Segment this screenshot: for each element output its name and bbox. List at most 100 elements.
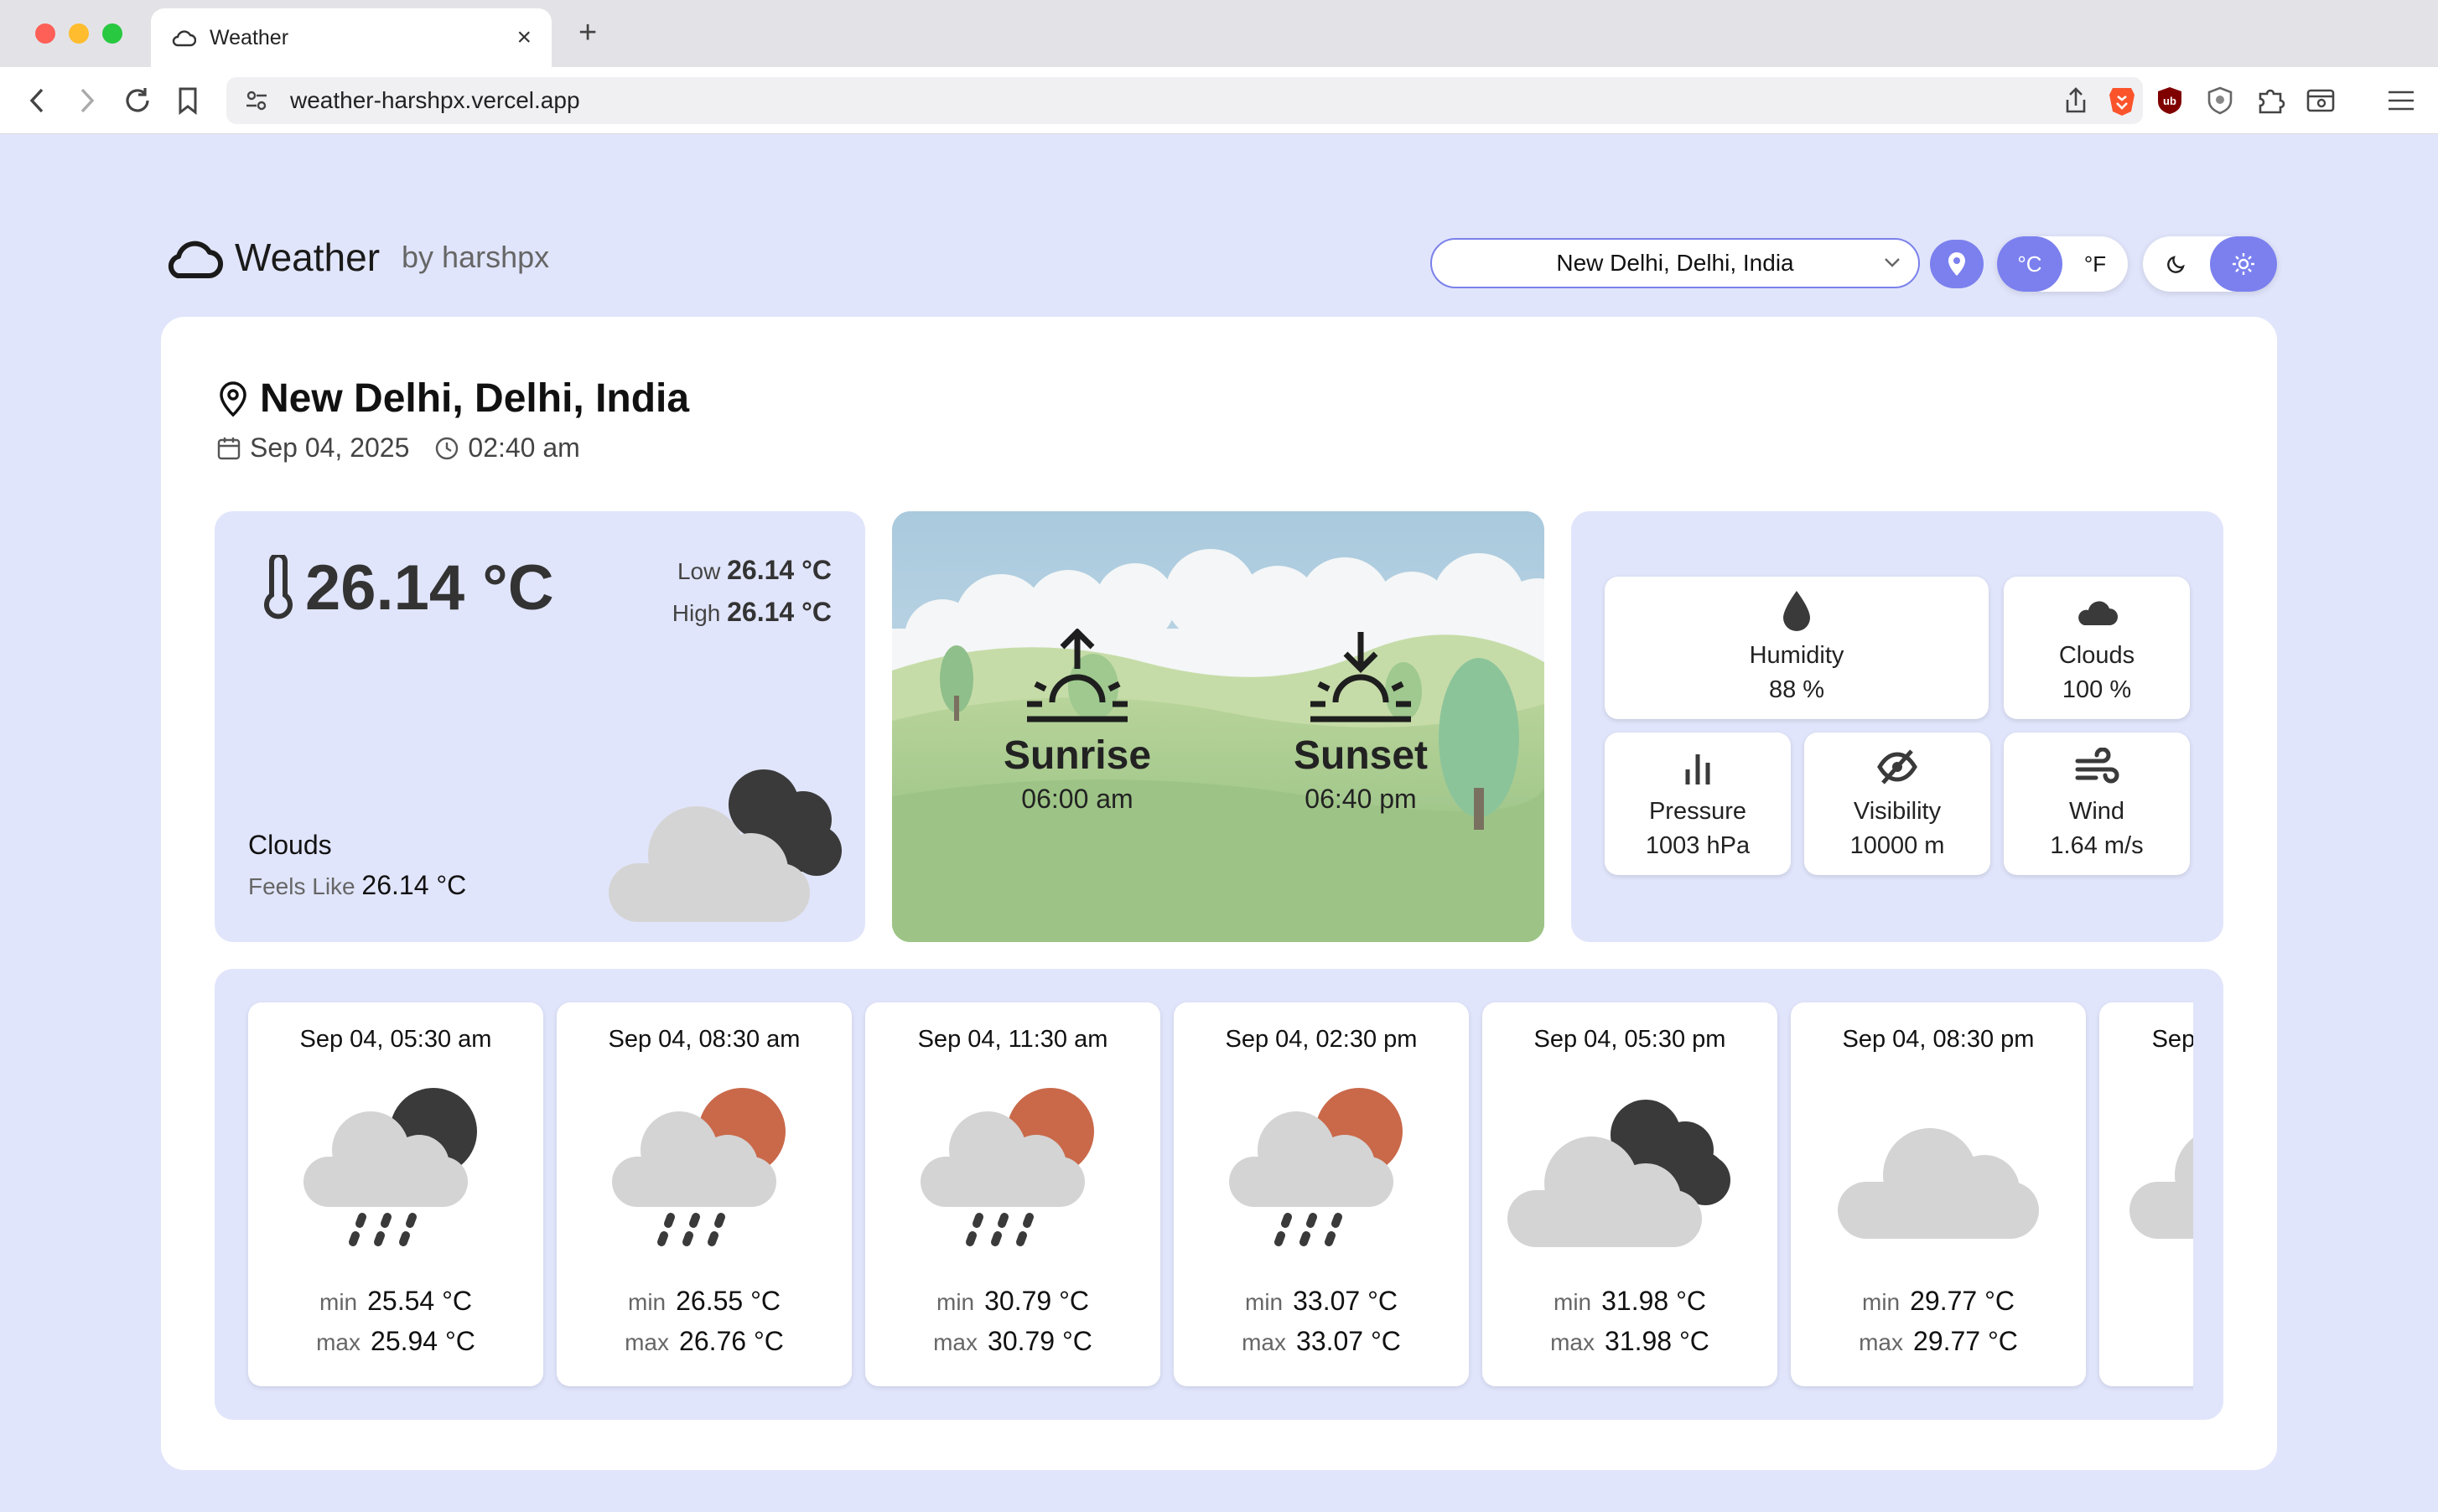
forecast-card: Sep 04, 05:30 am min 25.54 °C max 25.94 °C xyxy=(248,1002,543,1386)
min-value: 26.55 °C xyxy=(676,1286,781,1316)
ublock-icon: ub xyxy=(2158,87,2181,114)
forecast-time: Sep 04, 11:30 pm xyxy=(2151,1026,2193,1053)
reload-button[interactable] xyxy=(119,82,156,119)
pressure-value: 1003 hPa xyxy=(1645,832,1751,859)
min-label: min xyxy=(319,1289,358,1315)
forecast-min: min xyxy=(2099,1286,2193,1317)
high-label: High xyxy=(672,600,721,626)
min-label: min xyxy=(1245,1289,1284,1315)
celsius-button[interactable]: °C xyxy=(1997,236,2062,292)
fahrenheit-button[interactable]: °F xyxy=(2062,236,2128,292)
maximize-window-button[interactable] xyxy=(102,23,122,44)
wind-stat: Wind 1.64 m/s xyxy=(2004,733,2190,875)
low-value: 26.14 °C xyxy=(727,555,832,585)
rain-night-icon xyxy=(303,1088,477,1246)
browser-chrome: Weather × + weather-harshpx.vercel.app u… xyxy=(0,0,2438,134)
landscape-illustration xyxy=(892,511,1544,942)
share-icon[interactable] xyxy=(2064,86,2088,115)
dark-mode-button[interactable] xyxy=(2143,236,2210,292)
min-label: min xyxy=(1862,1289,1901,1315)
privacy-extension-button[interactable] xyxy=(2202,82,2238,119)
tab-bar: Weather × + xyxy=(0,0,2438,67)
rain-day-icon xyxy=(1229,1088,1403,1246)
moon-icon xyxy=(2167,256,2185,273)
forecast-card: Sep 04, 11:30 am min 30.79 °C max 30.79 °C xyxy=(865,1002,1160,1386)
eye-off-icon xyxy=(1877,749,1917,784)
brand: Weather by harshpx xyxy=(164,235,549,280)
forecast-min: min 30.79 °C xyxy=(865,1286,1160,1317)
max-value: 29.77 °C xyxy=(1913,1326,2018,1356)
forecast-card: Sep 04, 08:30 am min 26.55 °C max 26.76 °C xyxy=(557,1002,852,1386)
reload-icon xyxy=(126,88,149,112)
forecast-max: max 29.77 °C xyxy=(1791,1326,2086,1357)
stats-panel: Humidity 88 % Clouds 100 % Pressure 1003… xyxy=(1571,511,2223,942)
cloud-icon xyxy=(2129,1137,2193,1239)
clouds-label: Clouds xyxy=(2058,642,2135,669)
min-label: min xyxy=(936,1289,975,1315)
forecast-max: max 31.98 °C xyxy=(1482,1326,1777,1357)
weather-card: New Delhi, Delhi, India Sep 04, 2025 02:… xyxy=(161,317,2277,1470)
new-tab-button[interactable]: + xyxy=(578,15,597,51)
ublock-extension-button[interactable]: ub xyxy=(2151,82,2188,119)
light-mode-button[interactable] xyxy=(2210,236,2277,292)
max-value: 31.98 °C xyxy=(1605,1326,1709,1356)
minimize-window-button[interactable] xyxy=(69,23,89,44)
city-select[interactable]: New Delhi, Delhi, India xyxy=(1430,238,1920,288)
drop-icon xyxy=(1783,591,1810,631)
back-button[interactable] xyxy=(18,82,55,119)
tab-title: Weather xyxy=(210,25,289,49)
sun-panel: Sunrise 06:00 am Sunset 06:40 pm xyxy=(892,511,1544,942)
clouds-value: 100 % xyxy=(2062,676,2132,703)
extensions-button[interactable] xyxy=(2252,82,2289,119)
current-location-button[interactable] xyxy=(1930,240,1984,288)
location-header: New Delhi, Delhi, India xyxy=(216,375,689,422)
wind-value: 1.64 m/s xyxy=(2050,832,2144,859)
bookmark-button[interactable] xyxy=(169,82,206,119)
brand-name: Weather xyxy=(235,236,381,279)
sidebar-button[interactable] xyxy=(2302,82,2339,119)
min-label: min xyxy=(628,1289,667,1315)
current-time: 02:40 am xyxy=(468,432,580,463)
wind-icon xyxy=(2075,748,2119,784)
pressure-stat: Pressure 1003 hPa xyxy=(1605,733,1791,875)
site-settings-icon[interactable] xyxy=(245,90,268,111)
browser-tab[interactable]: Weather × xyxy=(151,8,552,67)
min-value: 31.98 °C xyxy=(1601,1286,1706,1316)
calendar-icon xyxy=(217,437,241,459)
max-label: max xyxy=(1242,1329,1287,1355)
close-window-button[interactable] xyxy=(35,23,55,44)
low-high: Low 26.14 °C High 26.14 °C xyxy=(672,550,832,634)
sidebar-icon xyxy=(2306,89,2335,112)
forecast-max: max 25.94 °C xyxy=(248,1326,543,1357)
max-label: max xyxy=(1859,1329,1904,1355)
visibility-stat: Visibility 10000 m xyxy=(1804,733,1990,875)
forecast-scroller[interactable]: Sep 04, 05:30 am min 25.54 °C max 25.94 °C… xyxy=(215,969,2193,1420)
forecast-min: min 29.77 °C xyxy=(1791,1286,2086,1317)
forecast-card: Sep 04, 02:30 pm min 33.07 °C max 33.07 °C xyxy=(1174,1002,1469,1386)
current-weather-panel: 26.14 °C Low 26.14 °C High 26.14 °C Clou… xyxy=(215,511,865,942)
forecast-max: max xyxy=(2099,1326,2193,1357)
brave-shield-icon[interactable] xyxy=(2108,85,2136,117)
svg-text:ub: ub xyxy=(2163,95,2176,107)
shield-icon xyxy=(2207,86,2233,115)
cloud-icon xyxy=(172,30,196,47)
forecast-min: min 31.98 °C xyxy=(1482,1286,1777,1317)
sunset-label: Sunset xyxy=(1293,733,1429,778)
wind-label: Wind xyxy=(2068,798,2125,825)
temperature-value: 26.14 °C xyxy=(305,552,554,624)
address-bar[interactable]: weather-harshpx.vercel.app xyxy=(226,77,2143,124)
forecast-card: Sep 04, 08:30 pm min 29.77 °C max 29.77 °C xyxy=(1791,1002,2086,1386)
navigation-bar: weather-harshpx.vercel.app ub xyxy=(0,67,2438,134)
max-label: max xyxy=(933,1329,978,1355)
min-label: min xyxy=(1554,1289,1592,1315)
close-tab-icon[interactable]: × xyxy=(516,23,532,52)
current-date: Sep 04, 2025 xyxy=(250,432,410,463)
chevron-down-icon xyxy=(1885,258,1900,267)
sunset-info: Sunset 06:40 pm xyxy=(1252,733,1470,815)
menu-button[interactable] xyxy=(2383,82,2420,119)
forecast-time: Sep 04, 05:30 am xyxy=(299,1026,492,1053)
forward-button[interactable] xyxy=(69,82,106,119)
cloudy-night-icon xyxy=(609,769,842,922)
cloud-icon xyxy=(2078,601,2118,625)
sunrise-info: Sunrise 06:00 am xyxy=(968,733,1186,815)
